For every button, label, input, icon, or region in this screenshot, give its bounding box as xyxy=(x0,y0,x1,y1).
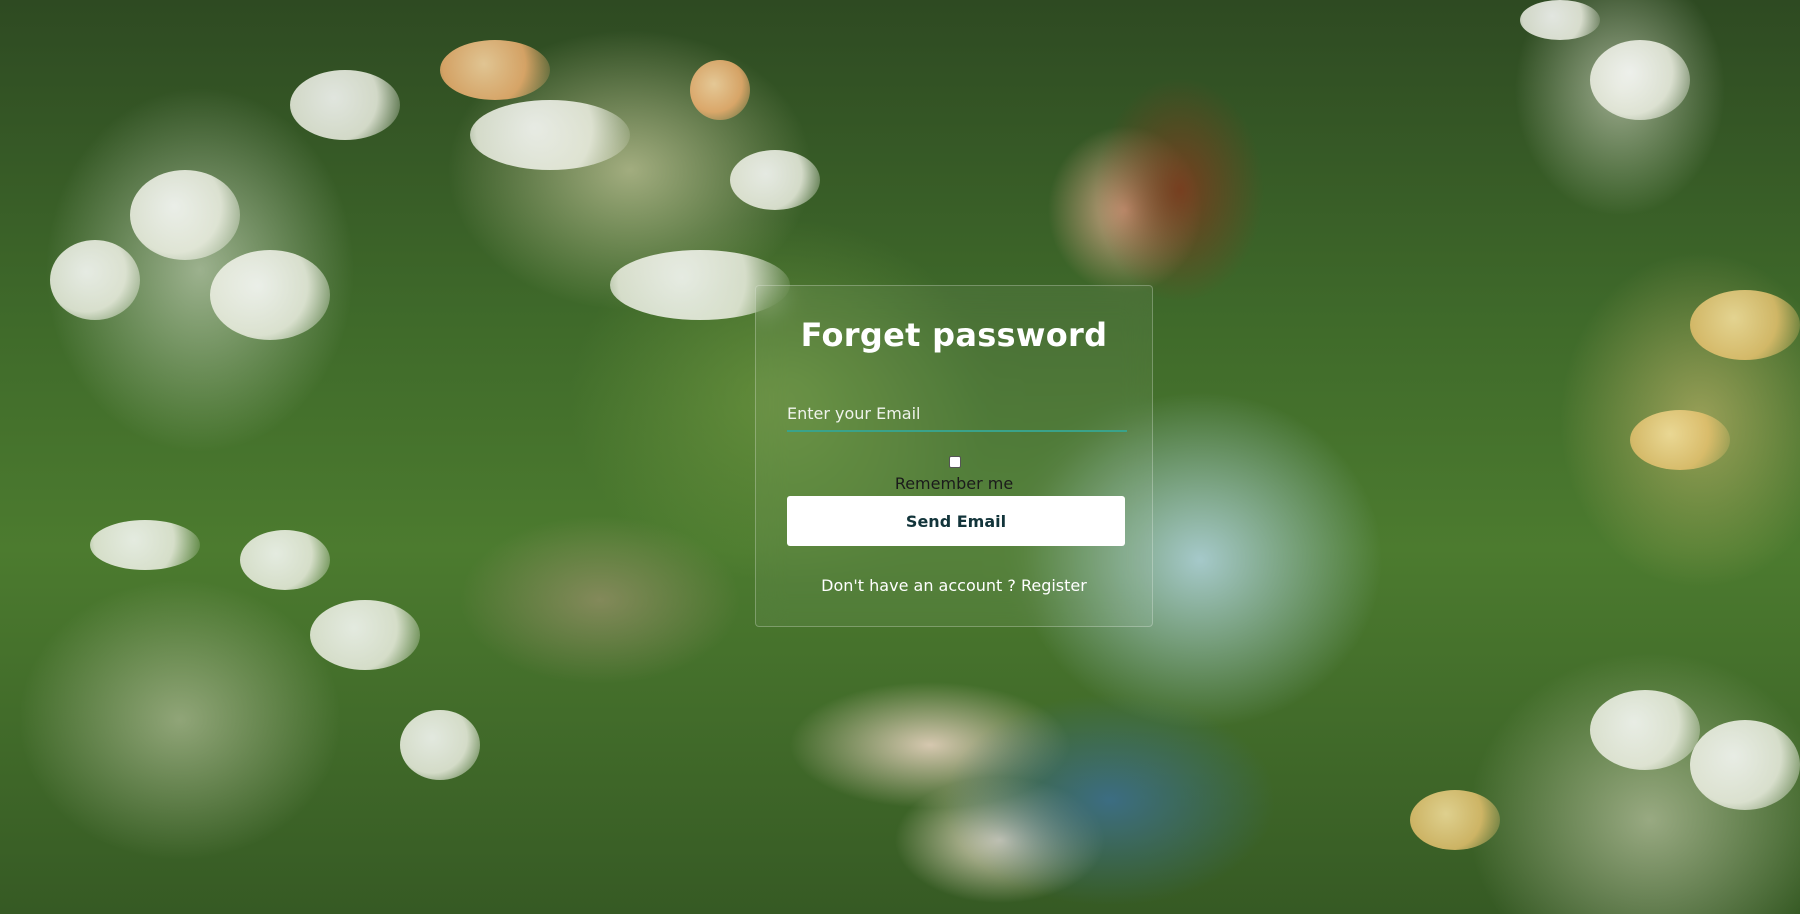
remember-me-checkbox[interactable] xyxy=(949,456,961,468)
register-prompt: Don't have an account ? Register xyxy=(756,576,1152,595)
remember-me-label: Remember me xyxy=(894,474,1014,493)
forget-password-card: Forget password Remember me Send Email D… xyxy=(755,285,1153,627)
flower-decoration xyxy=(690,60,750,120)
flower-decoration xyxy=(1520,0,1600,40)
flower-decoration xyxy=(470,100,630,170)
register-link[interactable]: Register xyxy=(1021,576,1087,595)
flower-decoration xyxy=(130,170,240,260)
form-title: Forget password xyxy=(800,316,1108,354)
flower-decoration xyxy=(1410,790,1500,850)
send-email-button[interactable]: Send Email xyxy=(787,496,1125,546)
flower-decoration xyxy=(290,70,400,140)
flower-decoration xyxy=(310,600,420,670)
flower-decoration xyxy=(440,40,550,100)
email-input[interactable] xyxy=(787,396,1127,430)
flower-decoration xyxy=(1690,290,1800,360)
flower-decoration xyxy=(1690,720,1800,810)
flower-decoration xyxy=(1590,40,1690,120)
flower-decoration xyxy=(730,150,820,210)
flower-decoration xyxy=(240,530,330,590)
flower-decoration xyxy=(210,250,330,340)
flower-decoration xyxy=(1630,410,1730,470)
email-field-wrapper xyxy=(787,396,1127,432)
register-prompt-text: Don't have an account ? xyxy=(821,576,1016,595)
flower-decoration xyxy=(1590,690,1700,770)
flower-decoration xyxy=(90,520,200,570)
flower-decoration xyxy=(50,240,140,320)
flower-decoration xyxy=(400,710,480,780)
page: Forget password Remember me Send Email D… xyxy=(0,0,1800,914)
